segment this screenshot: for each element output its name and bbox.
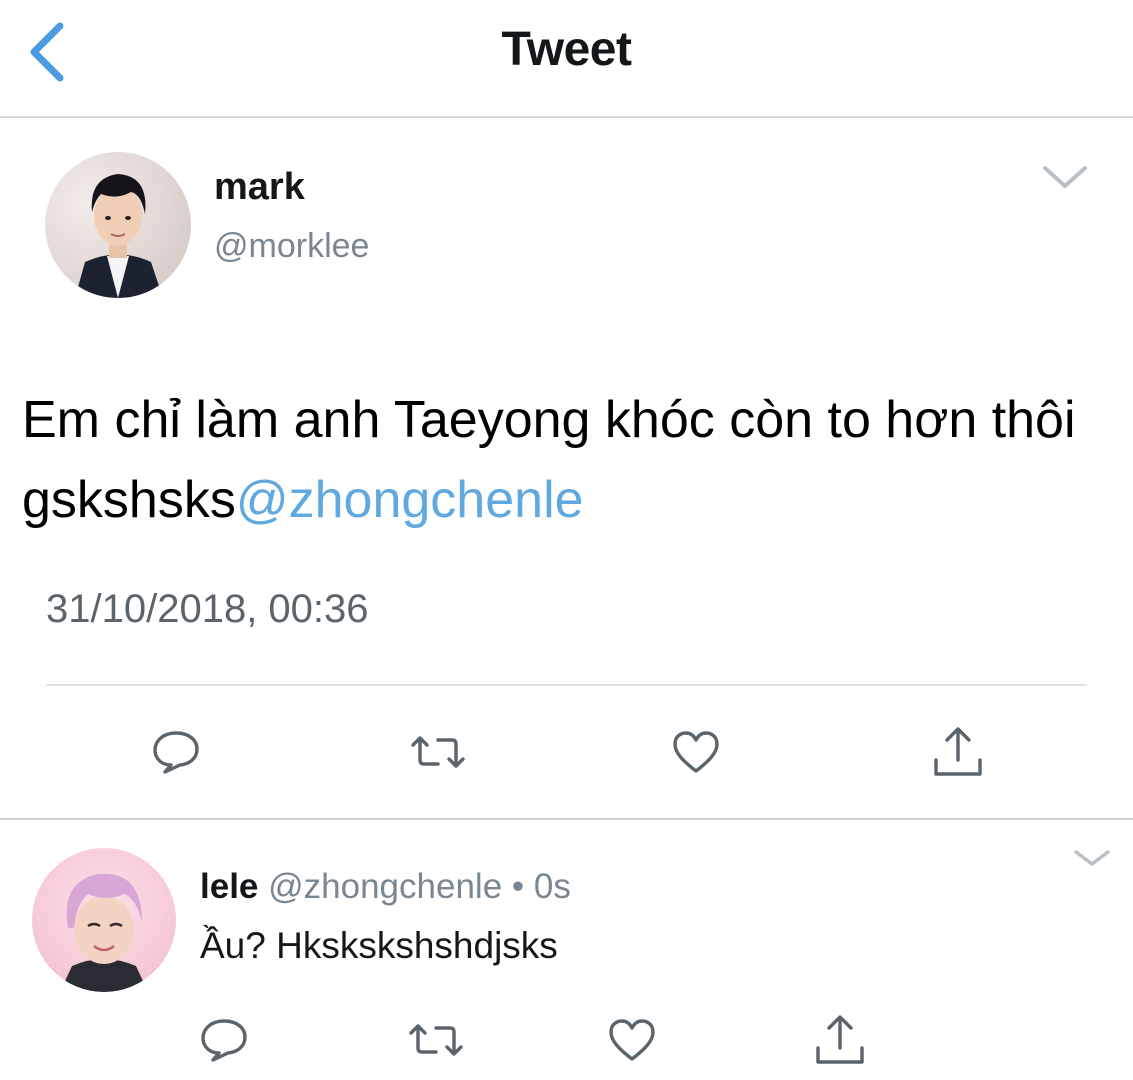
action-divider (46, 684, 1087, 686)
retweet-button[interactable] (406, 730, 470, 774)
reply-time: 0s (533, 867, 571, 906)
reply-author-handle[interactable]: @zhongchenle (268, 867, 502, 906)
tweet-timestamp: 31/10/2018, 00:36 (46, 587, 369, 631)
reply-share-button[interactable] (812, 1012, 868, 1068)
retweet-icon (409, 1024, 463, 1056)
like-icon (673, 731, 719, 773)
chevron-down-icon (1074, 850, 1110, 866)
reply-like-button[interactable] (606, 1016, 658, 1064)
share-button[interactable] (930, 724, 986, 780)
profile-photo (60, 873, 148, 992)
reply-button[interactable] (150, 728, 202, 776)
header-divider (0, 116, 1133, 118)
tweet-text: Em chỉ làm anh Taeyong khóc còn to hơn t… (22, 380, 1112, 540)
section-divider (0, 818, 1133, 820)
avatar[interactable] (45, 152, 191, 298)
author-name[interactable]: mark (214, 165, 305, 209)
retweet-icon (411, 736, 465, 768)
like-icon (609, 1019, 655, 1061)
reply-reply-button[interactable] (198, 1016, 250, 1064)
reply-icon (153, 731, 199, 774)
avatar[interactable] (32, 848, 176, 992)
reply-retweet-button[interactable] (404, 1018, 468, 1062)
reply-icon (201, 1019, 247, 1062)
reply-author-name[interactable]: lele (200, 867, 258, 906)
mention-link[interactable]: @zhongchenle (236, 471, 584, 529)
reply-text: Ầu? Hkskskshshdjsks (200, 925, 558, 966)
meta-separator: • (511, 867, 525, 906)
share-icon (816, 1015, 864, 1064)
tweet-options-button[interactable] (1041, 160, 1089, 194)
chevron-down-icon (1043, 166, 1087, 188)
page-title: Tweet (501, 23, 632, 76)
author-handle[interactable]: @morklee (214, 226, 369, 266)
reply-header: lele @zhongchenle • 0s (200, 865, 571, 909)
like-button[interactable] (670, 728, 722, 776)
share-icon (934, 727, 982, 776)
profile-photo (75, 174, 163, 298)
reply-options-button[interactable] (1072, 846, 1112, 872)
